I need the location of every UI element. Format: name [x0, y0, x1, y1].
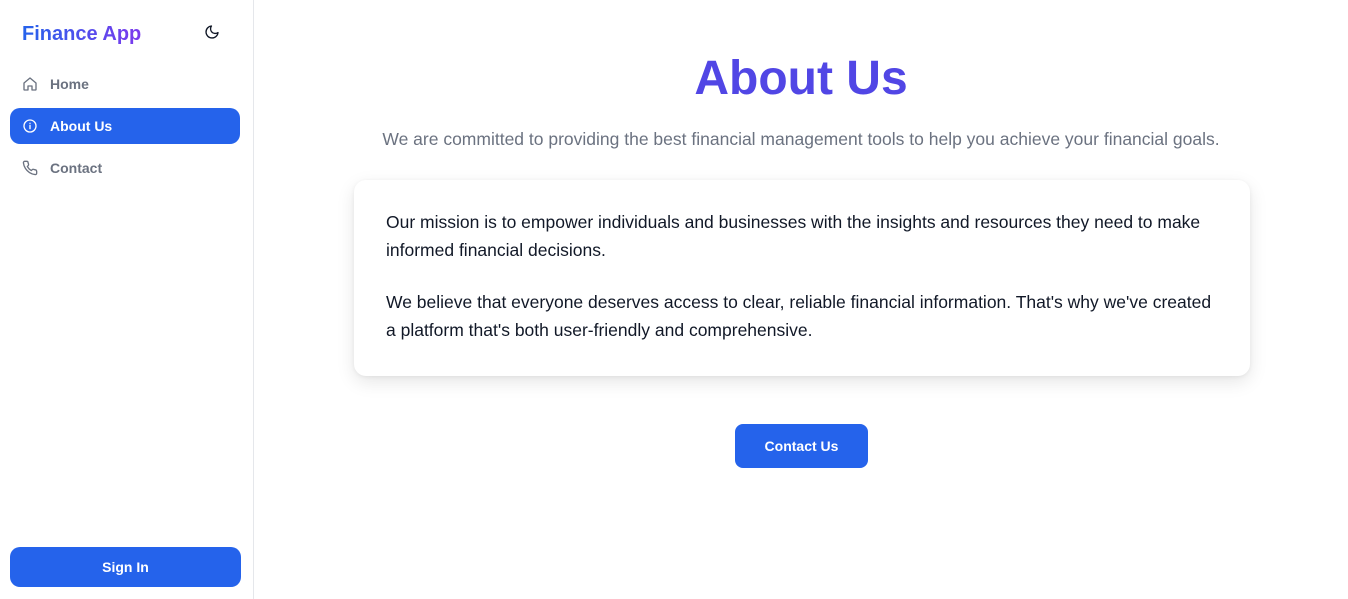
- sidebar-item-contact[interactable]: Contact: [10, 150, 240, 186]
- sidebar-item-about-us[interactable]: About Us: [10, 108, 240, 144]
- sidebar-header: Finance App: [0, 0, 253, 66]
- phone-icon: [22, 160, 38, 176]
- sidebar-item-label: Contact: [50, 160, 103, 176]
- info-icon: [22, 118, 38, 134]
- belief-paragraph: We believe that everyone deserves access…: [386, 292, 1212, 340]
- sidebar-item-label: About Us: [50, 118, 113, 134]
- brand-logo[interactable]: Finance App: [22, 21, 141, 46]
- sidebar-nav: Home About Us Contact: [0, 66, 253, 186]
- moon-icon: [205, 25, 219, 39]
- page-title: About Us: [694, 52, 908, 105]
- main-content: About Us We are committed to providing t…: [254, 0, 1348, 599]
- sidebar-item-home[interactable]: Home: [10, 66, 240, 102]
- contact-us-button[interactable]: Contact Us: [735, 424, 868, 468]
- sidebar: Finance App Home About Us Contact Sign I…: [0, 0, 254, 599]
- theme-toggle-button[interactable]: [201, 21, 223, 43]
- sidebar-item-label: Home: [50, 76, 89, 92]
- app: Finance App Home About Us Contact Sign I…: [0, 0, 1348, 599]
- home-icon: [22, 76, 38, 92]
- mission-card: Our mission is to empower individuals an…: [354, 180, 1250, 376]
- page-subtitle: We are committed to providing the best f…: [382, 129, 1220, 149]
- sign-in-button[interactable]: Sign In: [10, 547, 241, 587]
- mission-paragraph: Our mission is to empower individuals an…: [386, 212, 1201, 260]
